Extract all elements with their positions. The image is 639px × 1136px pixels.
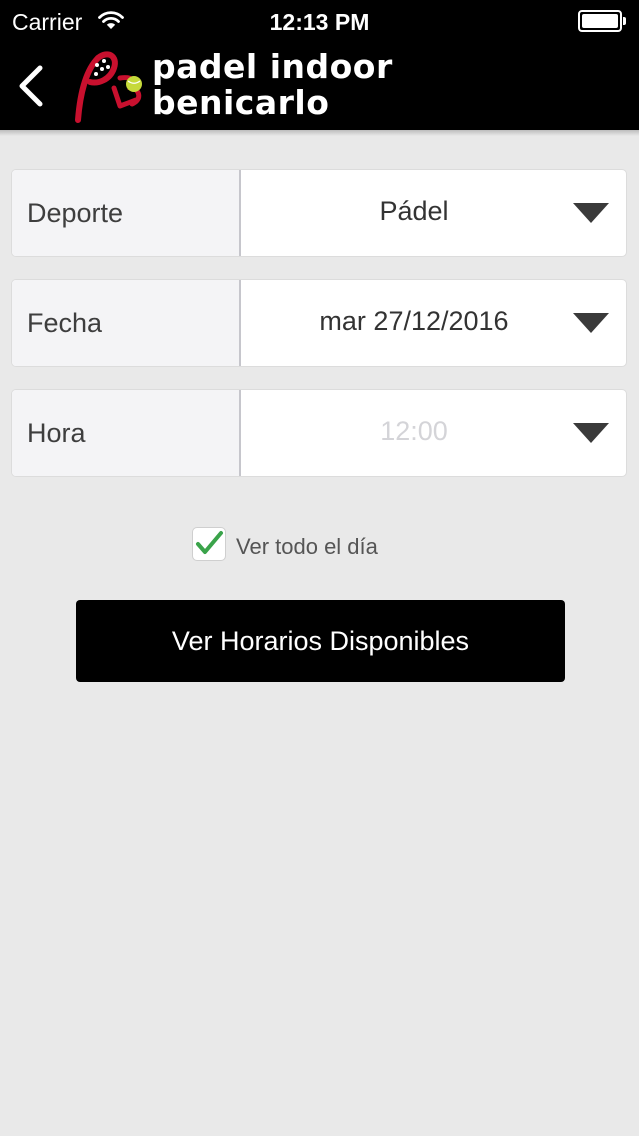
- deporte-value[interactable]: Pádel: [241, 170, 587, 256]
- dropdown-arrow-icon[interactable]: [573, 203, 609, 223]
- deporte-select[interactable]: Deporte Pádel: [11, 169, 627, 257]
- fecha-select[interactable]: Fecha mar 27/12/2016: [11, 279, 627, 367]
- fecha-label-cell: Fecha: [12, 280, 241, 366]
- logo-text-line-1: padel indoor: [152, 47, 393, 86]
- battery-tip: [623, 17, 626, 25]
- ver-horarios-button[interactable]: Ver Horarios Disponibles: [76, 600, 565, 682]
- status-time: 12:13 PM: [269, 9, 370, 35]
- deporte-label: Deporte: [27, 198, 124, 228]
- hora-select[interactable]: Hora 12:00: [11, 389, 627, 477]
- fecha-value[interactable]: mar 27/12/2016: [241, 280, 587, 366]
- all-day-checkbox[interactable]: [192, 527, 226, 561]
- hora-label-cell: Hora: [12, 390, 241, 476]
- status-bar: Carrier 12:13 PM: [0, 0, 639, 44]
- hora-label: Hora: [27, 418, 86, 448]
- dropdown-arrow-icon[interactable]: [573, 313, 609, 333]
- battery-icon: [578, 10, 622, 32]
- logo-text-line-2: benicarlo: [152, 83, 330, 122]
- all-day-label[interactable]: Ver todo el día: [236, 527, 378, 567]
- header-shadow: [0, 130, 639, 136]
- chevron-left-icon: [19, 65, 43, 107]
- app-logo: padel indoor benicarlo: [74, 48, 414, 124]
- hora-value[interactable]: 12:00: [241, 390, 587, 476]
- dropdown-arrow-icon[interactable]: [573, 423, 609, 443]
- checkmark-icon: [196, 531, 223, 554]
- deporte-label-cell: Deporte: [12, 170, 241, 256]
- pib-monogram-icon: [75, 51, 142, 123]
- battery-level-fill: [582, 14, 618, 28]
- navigation-bar: Carrier 12:13 PM padel indoor benicarlo: [0, 0, 639, 130]
- fecha-label: Fecha: [27, 308, 103, 338]
- back-button[interactable]: [8, 58, 54, 114]
